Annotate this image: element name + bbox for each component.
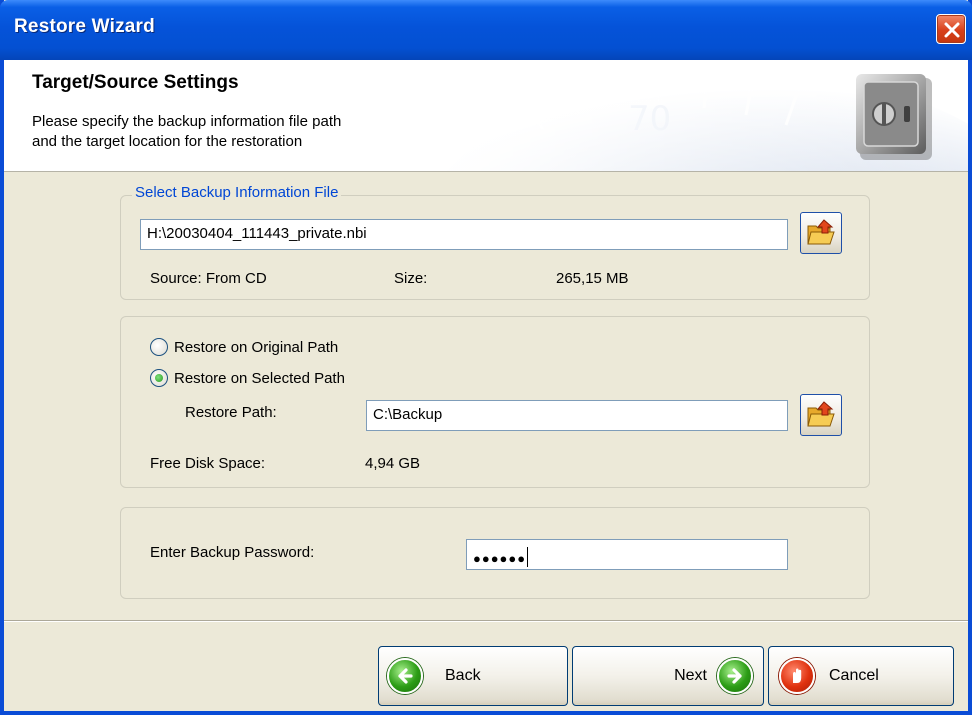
backup-file-group-legend: Select Backup Information File (132, 184, 342, 201)
restore-wizard-window: Restore Wizard Target/Source Settings Pl… (0, 0, 972, 715)
backup-file-path-value: H:\20030404_111443_private.nbi (147, 225, 367, 242)
back-button[interactable]: Back (378, 646, 568, 706)
next-arrow-icon (717, 658, 753, 694)
cancel-button[interactable]: Cancel (768, 646, 954, 706)
free-disk-space-label: Free Disk Space: (150, 455, 266, 472)
close-icon (944, 22, 960, 38)
header-decoration: 70 (408, 60, 968, 171)
size-label: Size: (394, 270, 428, 287)
cancel-button-label: Cancel (829, 667, 879, 684)
window-title: Restore Wizard (14, 16, 155, 37)
back-button-label: Back (445, 667, 481, 684)
radio-restore-original-path[interactable]: Restore on Original Path (150, 338, 338, 356)
password-masked-value: ●●●●●● (473, 551, 527, 566)
radio-button-checked[interactable] (150, 369, 168, 387)
next-button-label: Next (674, 667, 707, 684)
browse-backup-file-button[interactable] (800, 212, 842, 254)
page-description-line-1: Please specify the backup information fi… (32, 113, 342, 130)
restore-path-label: Restore Path: (185, 404, 277, 421)
page-description: Please specify the backup information fi… (32, 112, 452, 152)
restore-path-value: C:\Backup (373, 406, 443, 423)
page-description-line-2: and the target location for the restorat… (32, 133, 303, 150)
folder-open-icon (807, 401, 835, 427)
folder-open-icon (807, 219, 835, 245)
footer-separator (4, 620, 968, 622)
password-input[interactable]: ●●●●●● (466, 539, 788, 570)
back-arrow-icon (387, 658, 423, 694)
next-button[interactable]: Next (572, 646, 764, 706)
radio-restore-selected-path[interactable]: Restore on Selected Path (150, 369, 345, 387)
wizard-header: 70 Target/Source Settings Please specify… (4, 60, 968, 172)
browse-restore-path-button[interactable] (800, 394, 842, 436)
radio-button[interactable] (150, 338, 168, 356)
text-caret (527, 547, 529, 567)
stop-hand-icon (779, 658, 815, 694)
password-label: Enter Backup Password: (150, 544, 315, 561)
source-label: Source: From CD (150, 270, 267, 287)
close-button[interactable] (936, 14, 966, 44)
backup-file-path-input[interactable]: H:\20030404_111443_private.nbi (140, 219, 788, 250)
title-bar[interactable]: Restore Wizard (0, 0, 972, 60)
size-value: 265,15 MB (556, 270, 629, 287)
restore-path-input[interactable]: C:\Backup (366, 400, 788, 431)
page-title: Target/Source Settings (32, 72, 239, 93)
radio-label-original: Restore on Original Path (174, 338, 339, 356)
free-disk-space-value: 4,94 GB (365, 455, 421, 472)
radio-label-selected: Restore on Selected Path (174, 369, 345, 387)
